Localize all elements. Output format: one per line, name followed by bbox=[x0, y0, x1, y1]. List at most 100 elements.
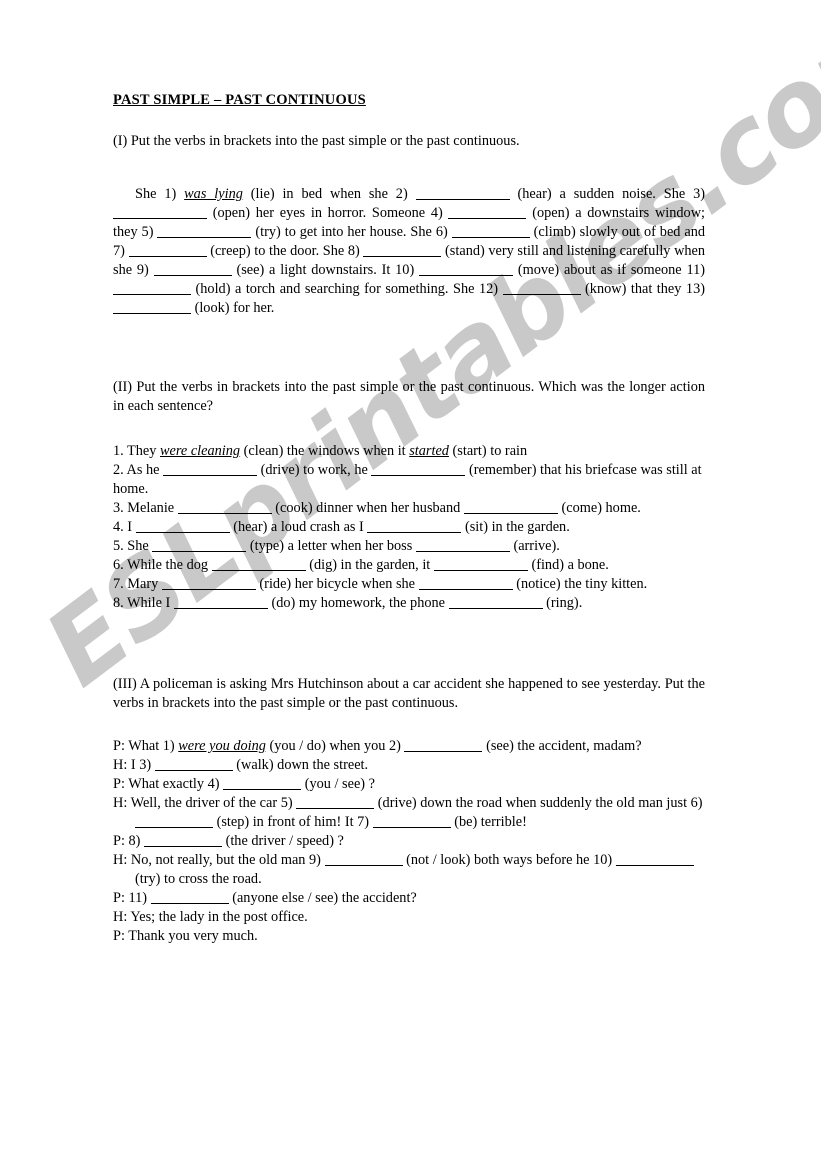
s2-4-num: 4. I bbox=[113, 518, 133, 535]
section-2-instruction: (II) Put the verbs in brackets into the … bbox=[113, 378, 705, 414]
blank-s2-7b[interactable] bbox=[418, 576, 513, 590]
dialogue-line: P: 8) (the driver / speed) ? bbox=[113, 832, 705, 851]
s2-8-end: (ring). bbox=[546, 594, 583, 611]
s2-8-mid: (do) my homework, the phone bbox=[271, 594, 445, 611]
s3-9-speaker: P: Thank you very much. bbox=[113, 927, 258, 944]
blank-s2-2b[interactable] bbox=[371, 462, 466, 476]
blank-s2-2a[interactable] bbox=[163, 462, 258, 476]
list-item: 3. Melanie (cook) dinner when her husban… bbox=[113, 499, 705, 518]
s1-part-4: (open) her eyes in horror. Someone 4) bbox=[212, 204, 443, 221]
blank-5[interactable] bbox=[157, 224, 252, 238]
dialogue-line: P: What exactly 4) (you / see) ? bbox=[113, 775, 705, 794]
s2-5-end: (arrive). bbox=[513, 537, 560, 554]
s2-7-end: (notice) the tiny kitten. bbox=[516, 575, 648, 592]
list-item: 2. As he (drive) to work, he (remember) … bbox=[113, 461, 705, 499]
blank-s2-5b[interactable] bbox=[415, 538, 510, 552]
blank-12[interactable] bbox=[502, 281, 581, 295]
s2-7-mid: (ride) her bicycle when she bbox=[259, 575, 416, 592]
blank-s3-7[interactable] bbox=[372, 814, 451, 828]
blank-3[interactable] bbox=[113, 205, 207, 219]
s2-5-mid: (type) a letter when her boss bbox=[249, 537, 413, 554]
s2-1-num: 1. They bbox=[113, 442, 157, 459]
s3-2-end: (walk) down the street. bbox=[236, 756, 369, 773]
s3-1-speaker: P: What 1) bbox=[113, 737, 175, 754]
s1-part-11: (move) about as if someone 11) bbox=[517, 261, 705, 278]
s1-part-12: (hold) a torch and searching for somethi… bbox=[195, 280, 499, 297]
blank-s3-8[interactable] bbox=[144, 833, 222, 847]
dialogue-line: H: No, not really, but the old man 9) (n… bbox=[113, 851, 705, 889]
s1-part-13: (know) that they 13) bbox=[585, 280, 705, 297]
list-item: 6. While the dog (dig) in the garden, it… bbox=[113, 556, 705, 575]
dialogue-line: H: I 3) (walk) down the street. bbox=[113, 756, 705, 775]
s2-3-end: (come) home. bbox=[561, 499, 641, 516]
blank-6[interactable] bbox=[451, 224, 530, 238]
blank-s2-4a[interactable] bbox=[135, 519, 230, 533]
section-3-dialogue: P: What 1) were you doing (you / do) whe… bbox=[113, 737, 705, 946]
s2-2-mid: (drive) to work, he bbox=[260, 461, 368, 478]
blank-4[interactable] bbox=[448, 205, 527, 219]
s2-6-mid: (dig) in the garden, it bbox=[309, 556, 431, 573]
blank-s2-3b[interactable] bbox=[463, 500, 558, 514]
s2-6-end: (find) a bone. bbox=[531, 556, 609, 573]
s2-3-num: 3. Melanie bbox=[113, 499, 175, 516]
blank-s2-6b[interactable] bbox=[433, 557, 528, 571]
s2-7-num: 7. Mary bbox=[113, 575, 159, 592]
s1-part-8: (creep) to the door. She 8) bbox=[210, 242, 360, 259]
blank-s3-2[interactable] bbox=[404, 738, 483, 752]
blank-10[interactable] bbox=[419, 262, 514, 276]
s3-6-speaker: H: No, not really, but the old man 9) bbox=[113, 851, 321, 868]
s2-3-mid: (cook) dinner when her husband bbox=[275, 499, 461, 516]
list-item: 8. While I (do) my homework, the phone (… bbox=[113, 594, 705, 613]
blank-s3-6[interactable] bbox=[135, 814, 213, 828]
s2-5-num: 5. She bbox=[113, 537, 149, 554]
s1-part-2: (lie) in bed when she 2) bbox=[250, 185, 408, 202]
s2-2-num: 2. As he bbox=[113, 461, 160, 478]
blank-s2-8b[interactable] bbox=[448, 595, 543, 609]
blank-7[interactable] bbox=[128, 243, 207, 257]
list-item: 4. I (hear) a loud crash as I (sit) in t… bbox=[113, 518, 705, 537]
s3-1-end: (see) the accident, madam? bbox=[486, 737, 642, 754]
blank-s3-10[interactable] bbox=[615, 852, 694, 866]
blank-13[interactable] bbox=[113, 300, 191, 314]
blank-s2-4b[interactable] bbox=[367, 519, 462, 533]
dialogue-line: P: Thank you very much. bbox=[113, 927, 705, 946]
s1-part-1: She 1) bbox=[135, 185, 177, 202]
blank-8[interactable] bbox=[363, 243, 442, 257]
section-3-instruction: (III) A policeman is asking Mrs Hutchins… bbox=[113, 675, 705, 711]
blank-2[interactable] bbox=[415, 186, 510, 200]
s2-8-num: 8. While I bbox=[113, 594, 171, 611]
s3-2-speaker: H: I 3) bbox=[113, 756, 152, 773]
s1-part-6: (try) to get into her house. She 6) bbox=[255, 223, 448, 240]
blank-s2-8a[interactable] bbox=[173, 595, 268, 609]
blank-s2-7a[interactable] bbox=[161, 576, 256, 590]
blank-s2-6a[interactable] bbox=[211, 557, 306, 571]
list-item: 5. She (type) a letter when her boss (ar… bbox=[113, 537, 705, 556]
s3-4-speaker: H: Well, the driver of the car 5) bbox=[113, 794, 293, 811]
blank-s3-5[interactable] bbox=[296, 795, 375, 809]
s1-part-10: (see) a light downstairs. It 10) bbox=[236, 261, 415, 278]
s3-3-end: (you / see) ? bbox=[304, 775, 375, 792]
s2-1-answer-b: started bbox=[409, 442, 449, 459]
dialogue-line: H: Yes; the lady in the post office. bbox=[113, 908, 705, 927]
blank-s2-3a[interactable] bbox=[177, 500, 272, 514]
s3-6-mid: (not / look) both ways before he 10) bbox=[406, 851, 613, 868]
section-2-items: 1. They were cleaning (clean) the window… bbox=[113, 442, 705, 613]
blank-s3-4[interactable] bbox=[223, 776, 302, 790]
blank-11[interactable] bbox=[113, 281, 191, 295]
blank-s3-11[interactable] bbox=[150, 890, 229, 904]
dialogue-line: P: 11) (anyone else / see) the accident? bbox=[113, 889, 705, 908]
s3-8-speaker: H: Yes; the lady in the post office. bbox=[113, 908, 308, 925]
s1-part-3: (hear) a sudden noise. She 3) bbox=[517, 185, 706, 202]
s3-5-end: (the driver / speed) ? bbox=[225, 832, 344, 849]
blank-9[interactable] bbox=[153, 262, 232, 276]
s3-4-end: (be) terrible! bbox=[454, 813, 527, 830]
s3-7-end: (anyone else / see) the accident? bbox=[232, 889, 417, 906]
blank-s3-3[interactable] bbox=[154, 757, 233, 771]
section-1-instruction: (I) Put the verbs in brackets into the p… bbox=[113, 133, 520, 150]
blank-s2-5a[interactable] bbox=[152, 538, 247, 552]
s2-1-mid: (clean) the windows when it bbox=[243, 442, 406, 459]
blank-s3-9[interactable] bbox=[324, 852, 403, 866]
list-item: 1. They were cleaning (clean) the window… bbox=[113, 442, 705, 461]
s1-answer-1: was lying bbox=[184, 185, 243, 202]
page-title: PAST SIMPLE – PAST CONTINUOUS bbox=[113, 92, 366, 108]
